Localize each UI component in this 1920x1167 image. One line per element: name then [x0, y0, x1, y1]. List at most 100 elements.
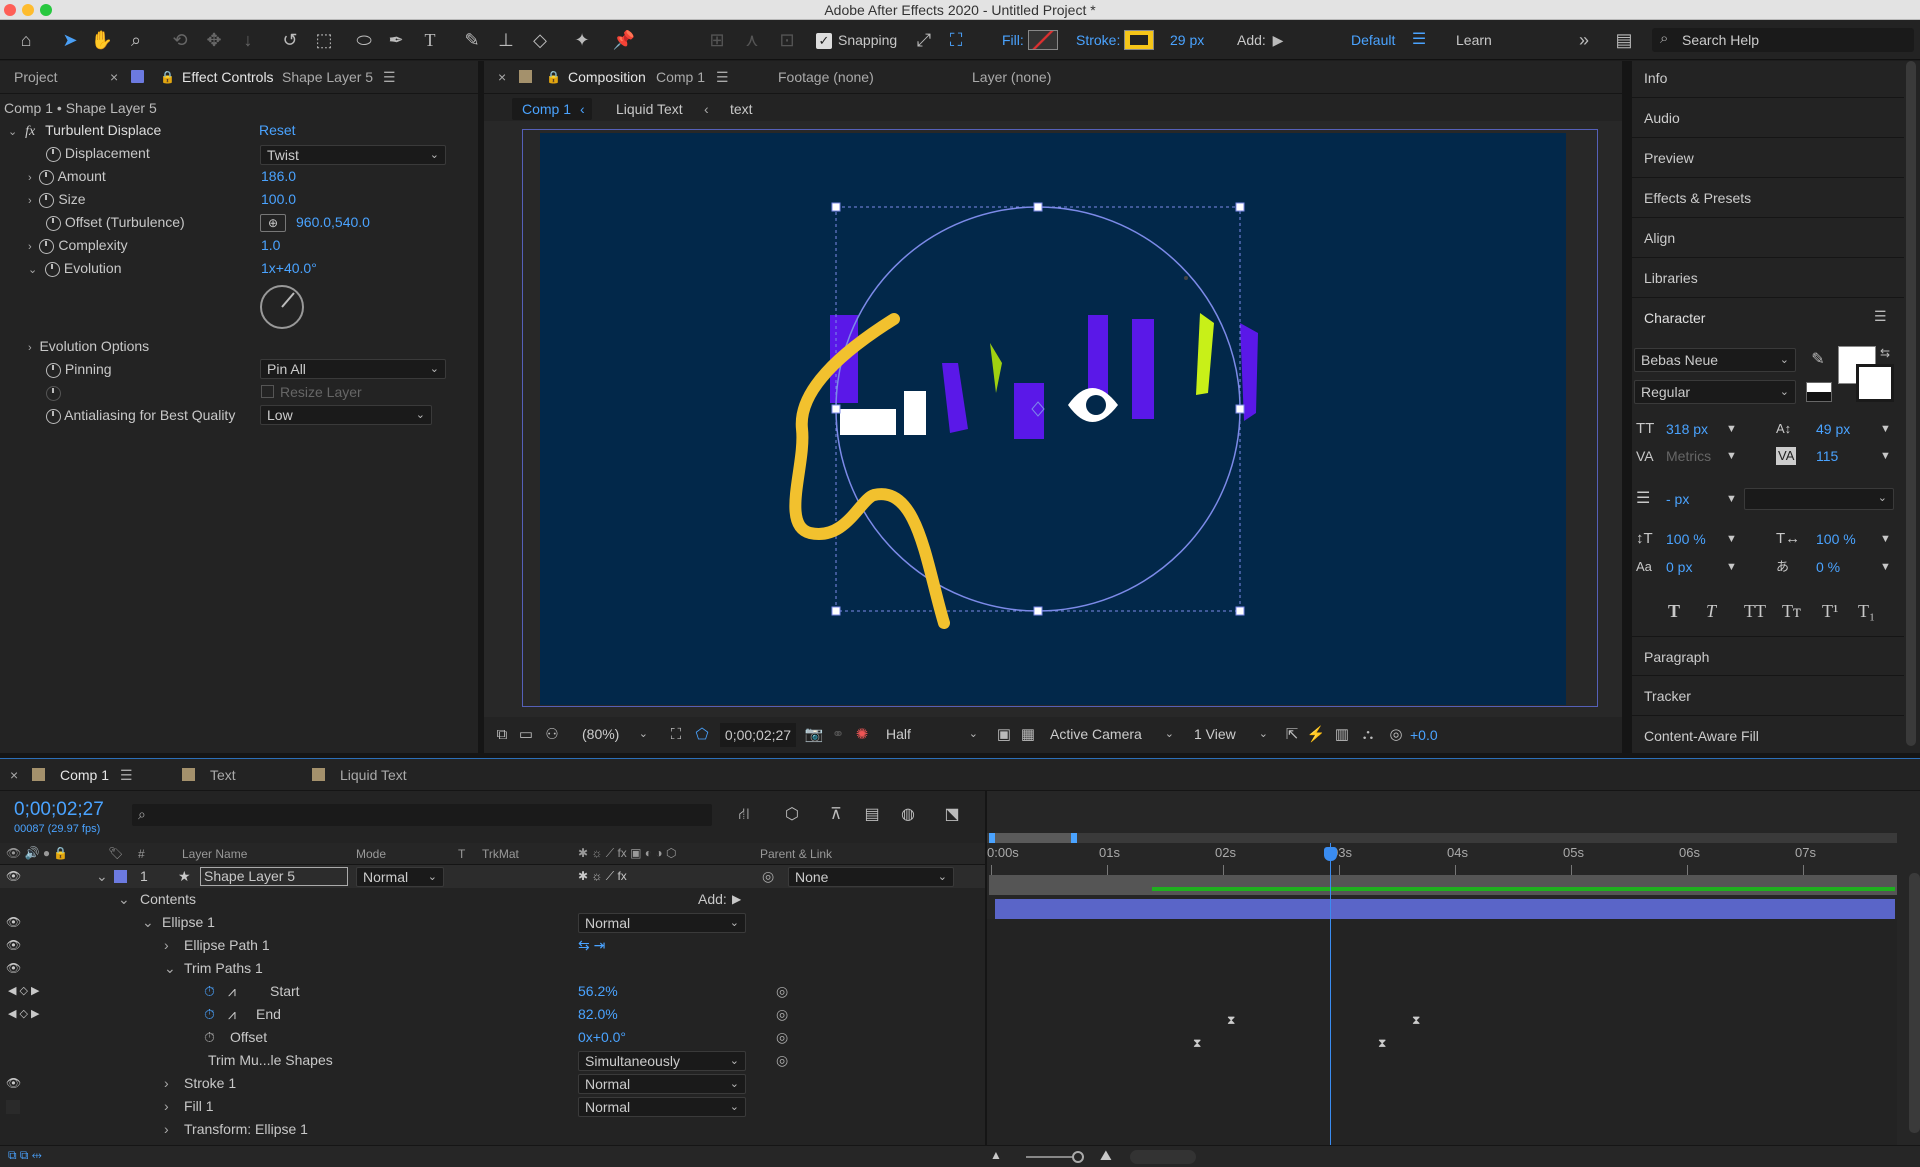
views-dropdown[interactable]: 1 View ⌄	[1188, 725, 1274, 745]
workspace-menu-icon[interactable]: ☰	[1407, 28, 1431, 52]
tab-comp-name[interactable]: Comp 1	[656, 61, 705, 93]
snap-target-icon[interactable]: ⛶	[944, 28, 968, 52]
layer-name[interactable]: Shape Layer 5	[200, 867, 348, 886]
zoom-out-icon[interactable]: ▲	[990, 1148, 1002, 1162]
tl-stroke-1[interactable]: 👁 › Stroke 1 Normal ⌄	[0, 1072, 985, 1095]
stopwatch-active-icon[interactable]: ⏱	[204, 980, 215, 1003]
tab-footage[interactable]: Footage (none)	[778, 61, 874, 93]
panel-effects-presets[interactable]: Effects & Presets	[1632, 178, 1904, 218]
dropdown-caret-icon[interactable]: ▼	[1880, 528, 1891, 550]
crumb-liquid-text[interactable]: Liquid Text	[616, 98, 683, 120]
graph-icon[interactable]: ⩘	[228, 1003, 236, 1026]
stroke-style-dropdown[interactable]: ⌄	[1744, 488, 1894, 510]
layer-duration-bar[interactable]	[995, 899, 1895, 919]
all-caps-icon[interactable]: TT	[1744, 600, 1766, 622]
stopwatch-icon[interactable]	[46, 362, 61, 378]
puppet-pin-tool-icon[interactable]: 📌	[612, 28, 636, 52]
default-colors-icon[interactable]	[1806, 382, 1832, 402]
pickwhip-icon[interactable]: ◎	[762, 865, 774, 888]
stroke-width-value[interactable]: 29 px	[1170, 20, 1204, 60]
dropdown-caret-icon[interactable]: ▼	[1726, 556, 1737, 578]
expression-pickwhip-icon[interactable]: ◎	[776, 1003, 788, 1026]
exposure-value[interactable]: +0.0	[1410, 724, 1438, 746]
panel-menu-icon[interactable]: ☰	[1874, 308, 1887, 325]
evolution-angle-dial[interactable]	[258, 283, 306, 331]
dolly-camera-icon[interactable]: ↓	[236, 28, 260, 52]
close-tab-icon[interactable]: ×	[10, 759, 18, 791]
add-button-icon[interactable]: ▶	[1266, 28, 1290, 52]
stopwatch-active-icon[interactable]: ⏱	[204, 1003, 215, 1026]
timeline-graph-area[interactable]: 0:00s 01s 02s 03s 04s 05s 06s 07s ⧗ ⧗ ⧗ ⧗	[987, 791, 1920, 1167]
yellow-stroke-path[interactable]	[789, 313, 950, 629]
faux-bold-icon[interactable]: T	[1668, 600, 1680, 622]
baseline-shift-value[interactable]: 0 px	[1666, 556, 1692, 578]
tab-project[interactable]: Project	[14, 61, 58, 93]
time-navigator-handle[interactable]	[989, 833, 1077, 843]
work-area-bar[interactable]	[989, 875, 1897, 895]
prop-evolution-options[interactable]: › Evolution Options	[28, 335, 149, 357]
home-icon[interactable]: ⌂	[14, 28, 38, 52]
ellipse-tool-icon[interactable]: ⬭	[352, 28, 376, 52]
tl-ellipse-1[interactable]: 👁 ⌄ Ellipse 1 Normal ⌄	[0, 911, 985, 934]
stopwatch-icon[interactable]	[39, 169, 55, 185]
zoom-tool-icon[interactable]: ⌕	[124, 28, 148, 52]
tl-start[interactable]: ◀ ◇ ▶ ⏱ ⩘ Start 56.2% ◎	[0, 980, 985, 1003]
offset-turbulence-value[interactable]: 960.0,540.0	[296, 211, 370, 233]
crumb-text[interactable]: text	[730, 98, 753, 120]
end-value[interactable]: 82.0%	[578, 1003, 618, 1026]
stroke-color-swatch[interactable]	[1124, 30, 1154, 50]
magnification-dropdown[interactable]: (80%) ⌄	[576, 725, 654, 745]
font-size-value[interactable]: 318 px	[1666, 418, 1708, 440]
panel-align[interactable]: Align	[1632, 218, 1904, 258]
panel-menu-icon[interactable]: ☰	[716, 61, 729, 93]
panel-preview[interactable]: Preview	[1632, 138, 1904, 178]
offset-value[interactable]: 0x+0.0°	[578, 1026, 626, 1049]
always-preview-icon[interactable]: ⧉	[490, 723, 514, 747]
pan-camera-icon[interactable]: ✥	[202, 28, 226, 52]
amount-value[interactable]: 186.0	[261, 165, 296, 187]
dropdown-caret-icon[interactable]: ▼	[1726, 528, 1737, 550]
mask-visibility-icon[interactable]: ⬠	[690, 723, 714, 747]
type-tool-icon[interactable]: T	[418, 28, 442, 52]
tab-composition[interactable]: Composition	[568, 61, 646, 93]
shy-icon[interactable]: ⊼	[824, 803, 848, 827]
tab-effect-layer-name[interactable]: Shape Layer 5	[282, 61, 373, 93]
maximize-window-button[interactable]	[40, 4, 52, 16]
keyframe-start-1[interactable]: ⧗	[1227, 1013, 1235, 1028]
region-of-interest-icon[interactable]: ▣	[992, 723, 1016, 747]
start-value[interactable]: 56.2%	[578, 980, 618, 1003]
frame-blending-icon[interactable]: ▤	[860, 803, 884, 827]
dropdown-caret-icon[interactable]: ▼	[1880, 418, 1891, 440]
expand-arrow-icon[interactable]: ›	[164, 1072, 169, 1095]
rotation-tool-icon[interactable]: ↺	[278, 28, 302, 52]
expand-arrow-icon[interactable]: ›	[164, 1118, 169, 1141]
comp-mini-flowchart-icon[interactable]: ⛙	[732, 803, 756, 827]
panel-character-title[interactable]: Character	[1632, 298, 1904, 338]
dropdown-caret-icon[interactable]: ▼	[1726, 445, 1737, 467]
toggle-pixel-aspect-icon[interactable]: ⇱	[1280, 723, 1304, 747]
expand-arrow-icon[interactable]: ⌄	[118, 888, 130, 911]
primary-viewer-icon[interactable]: ▭	[514, 723, 538, 747]
font-style-dropdown[interactable]: Regular ⌄	[1634, 380, 1796, 404]
show-snapshot-icon[interactable]: ⚭	[826, 723, 850, 747]
comp-viewer[interactable]	[484, 121, 1622, 717]
eye-icon[interactable]: 👁	[6, 1072, 21, 1095]
toggle-switches-icons[interactable]: ⧉ ⧉ ⇹	[8, 1148, 42, 1163]
evolution-value[interactable]: 1x+40.0°	[261, 257, 317, 279]
fast-previews-icon[interactable]: ⚡	[1304, 723, 1328, 747]
vertical-scale-value[interactable]: 100 %	[1666, 528, 1706, 550]
trim-mode-dropdown[interactable]: Simultaneously ⌄	[578, 1051, 746, 1071]
draft-3d-icon[interactable]: ⬡	[780, 803, 804, 827]
layer-mode-dropdown[interactable]: Normal ⌄	[356, 867, 444, 887]
label-icon[interactable]: 🏷	[108, 846, 123, 860]
keyframe-start-2[interactable]: ⧗	[1412, 1013, 1420, 1028]
path-direction-icons[interactable]: ⇆ ⇥	[578, 934, 605, 957]
small-caps-icon[interactable]: Tт	[1782, 600, 1801, 622]
reset-exposure-icon[interactable]: ◎	[1384, 723, 1408, 747]
eraser-tool-icon[interactable]: ◇	[528, 28, 552, 52]
fill-color-swatch[interactable]	[1028, 30, 1058, 50]
tl-offset[interactable]: ⏱ Offset 0x+0.0° ◎	[0, 1026, 985, 1049]
fx-icon[interactable]: fx	[25, 124, 35, 139]
tracking-value[interactable]: 115	[1816, 445, 1838, 467]
timeline-scrollbar[interactable]	[1909, 873, 1920, 1133]
